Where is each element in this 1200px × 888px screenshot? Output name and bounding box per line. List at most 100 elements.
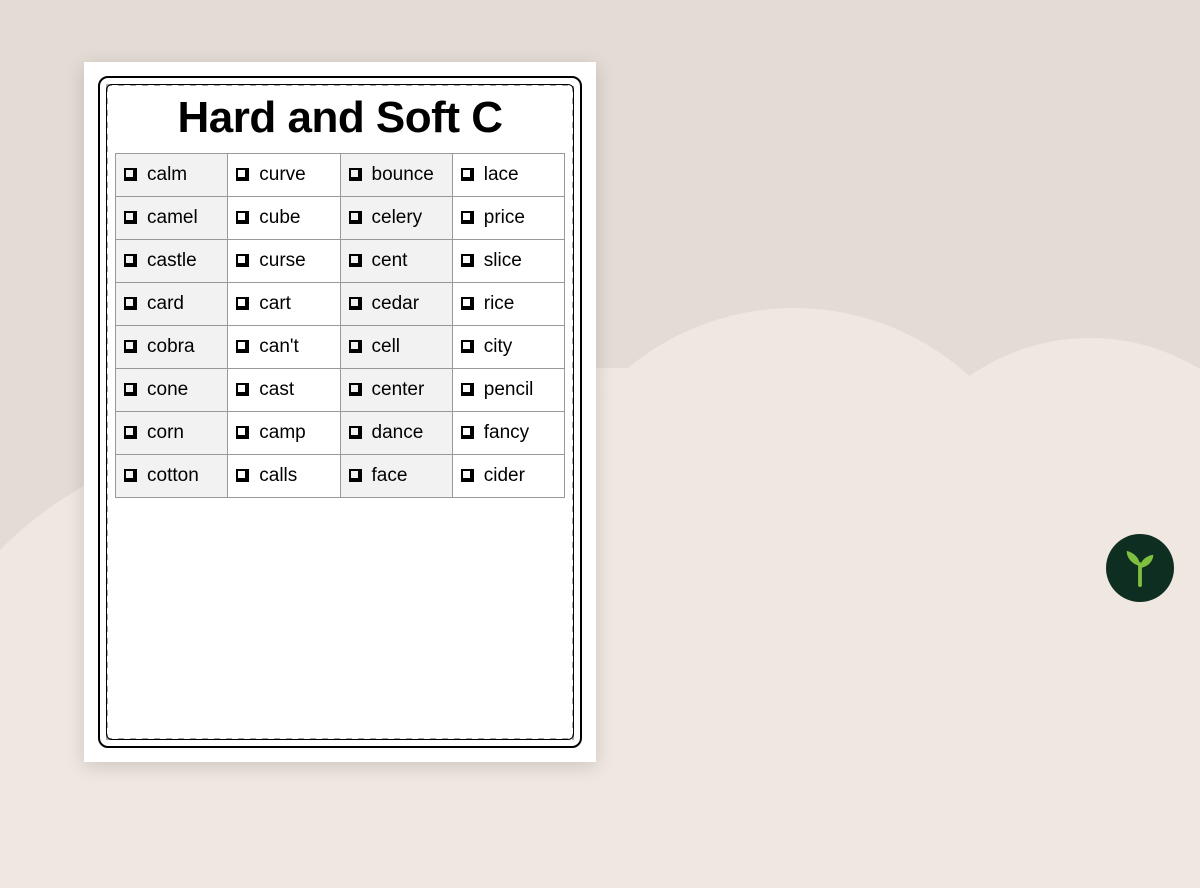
word-label: cone (147, 379, 188, 400)
word-cell: camp (228, 412, 340, 455)
word-cell: cast (228, 369, 340, 412)
word-label: card (147, 293, 184, 314)
table-row: cardcartcedarrice (116, 283, 565, 326)
checkbox-icon[interactable] (349, 168, 362, 181)
checkbox-icon[interactable] (461, 340, 474, 353)
word-label: face (372, 465, 408, 486)
checkbox-icon[interactable] (236, 383, 249, 396)
table-row: cone cast center pencil (116, 369, 565, 412)
word-label: price (484, 207, 525, 228)
table-row: calmcurvebouncelace (116, 154, 565, 197)
word-cell: castle (116, 240, 228, 283)
worksheet-page: Hard and Soft C calmcurvebouncelacecamel… (84, 62, 596, 762)
word-label: cast (259, 379, 294, 400)
checkbox-icon[interactable] (124, 426, 137, 439)
checkbox-icon[interactable] (236, 254, 249, 267)
checkbox-icon[interactable] (461, 297, 474, 310)
worksheet-title: Hard and Soft C (115, 91, 565, 153)
word-cell: cone (116, 369, 228, 412)
word-cell: calm (116, 154, 228, 197)
checkbox-icon[interactable] (124, 297, 137, 310)
checkbox-icon[interactable] (461, 469, 474, 482)
checkbox-icon[interactable] (124, 340, 137, 353)
word-cell: fancy (452, 412, 564, 455)
word-label: curse (259, 250, 305, 271)
checkbox-icon[interactable] (124, 211, 137, 224)
word-label: center (372, 379, 425, 400)
checkbox-icon[interactable] (349, 254, 362, 267)
checkbox-icon[interactable] (461, 383, 474, 396)
word-label: can't (259, 336, 299, 357)
word-cell: corn (116, 412, 228, 455)
word-label: bounce (372, 164, 434, 185)
checkbox-icon[interactable] (349, 297, 362, 310)
table-row: cobra can't cell city (116, 326, 565, 369)
word-label: celery (372, 207, 423, 228)
word-cell: calls (228, 455, 340, 498)
word-label: castle (147, 250, 197, 271)
word-cell: lace (452, 154, 564, 197)
word-label: lace (484, 164, 519, 185)
checkbox-icon[interactable] (236, 340, 249, 353)
checkbox-icon[interactable] (236, 211, 249, 224)
word-cell: bounce (340, 154, 452, 197)
word-cell: cent (340, 240, 452, 283)
word-label: camp (259, 422, 305, 443)
word-label: dance (372, 422, 424, 443)
word-cell: price (452, 197, 564, 240)
checkbox-icon[interactable] (349, 469, 362, 482)
brand-badge[interactable] (1106, 534, 1174, 602)
word-cell: rice (452, 283, 564, 326)
word-table: calmcurvebouncelacecamelcubecelerypricec… (115, 153, 565, 498)
word-label: cent (372, 250, 408, 271)
table-row: corn camp dance fancy (116, 412, 565, 455)
word-cell: center (340, 369, 452, 412)
word-label: camel (147, 207, 198, 228)
checkbox-icon[interactable] (349, 340, 362, 353)
checkbox-icon[interactable] (461, 168, 474, 181)
word-cell: camel (116, 197, 228, 240)
word-label: cotton (147, 465, 199, 486)
word-label: cube (259, 207, 300, 228)
checkbox-icon[interactable] (124, 168, 137, 181)
word-label: calm (147, 164, 187, 185)
checkbox-icon[interactable] (236, 168, 249, 181)
word-label: slice (484, 250, 522, 271)
word-label: city (484, 336, 513, 357)
checkbox-icon[interactable] (124, 254, 137, 267)
word-cell: slice (452, 240, 564, 283)
checkbox-icon[interactable] (349, 426, 362, 439)
checkbox-icon[interactable] (349, 211, 362, 224)
checkbox-icon[interactable] (461, 426, 474, 439)
word-label: cedar (372, 293, 420, 314)
checkbox-icon[interactable] (349, 383, 362, 396)
word-cell: cobra (116, 326, 228, 369)
word-cell: dance (340, 412, 452, 455)
word-cell: face (340, 455, 452, 498)
word-cell: celery (340, 197, 452, 240)
checkbox-icon[interactable] (124, 469, 137, 482)
word-label: fancy (484, 422, 529, 443)
word-cell: cube (228, 197, 340, 240)
word-cell: card (116, 283, 228, 326)
word-label: cobra (147, 336, 195, 357)
word-cell: cider (452, 455, 564, 498)
checkbox-icon[interactable] (461, 211, 474, 224)
word-cell: cotton (116, 455, 228, 498)
word-label: pencil (484, 379, 534, 400)
word-label: corn (147, 422, 184, 443)
word-label: rice (484, 293, 515, 314)
word-cell: cedar (340, 283, 452, 326)
checkbox-icon[interactable] (236, 297, 249, 310)
checkbox-icon[interactable] (124, 383, 137, 396)
word-cell: pencil (452, 369, 564, 412)
checkbox-icon[interactable] (461, 254, 474, 267)
table-row: camel cube celery price (116, 197, 565, 240)
word-cell: can't (228, 326, 340, 369)
checkbox-icon[interactable] (236, 469, 249, 482)
word-cell: cell (340, 326, 452, 369)
word-cell: curse (228, 240, 340, 283)
checkbox-icon[interactable] (236, 426, 249, 439)
table-row: cotton calls face cider (116, 455, 565, 498)
word-label: cider (484, 465, 525, 486)
